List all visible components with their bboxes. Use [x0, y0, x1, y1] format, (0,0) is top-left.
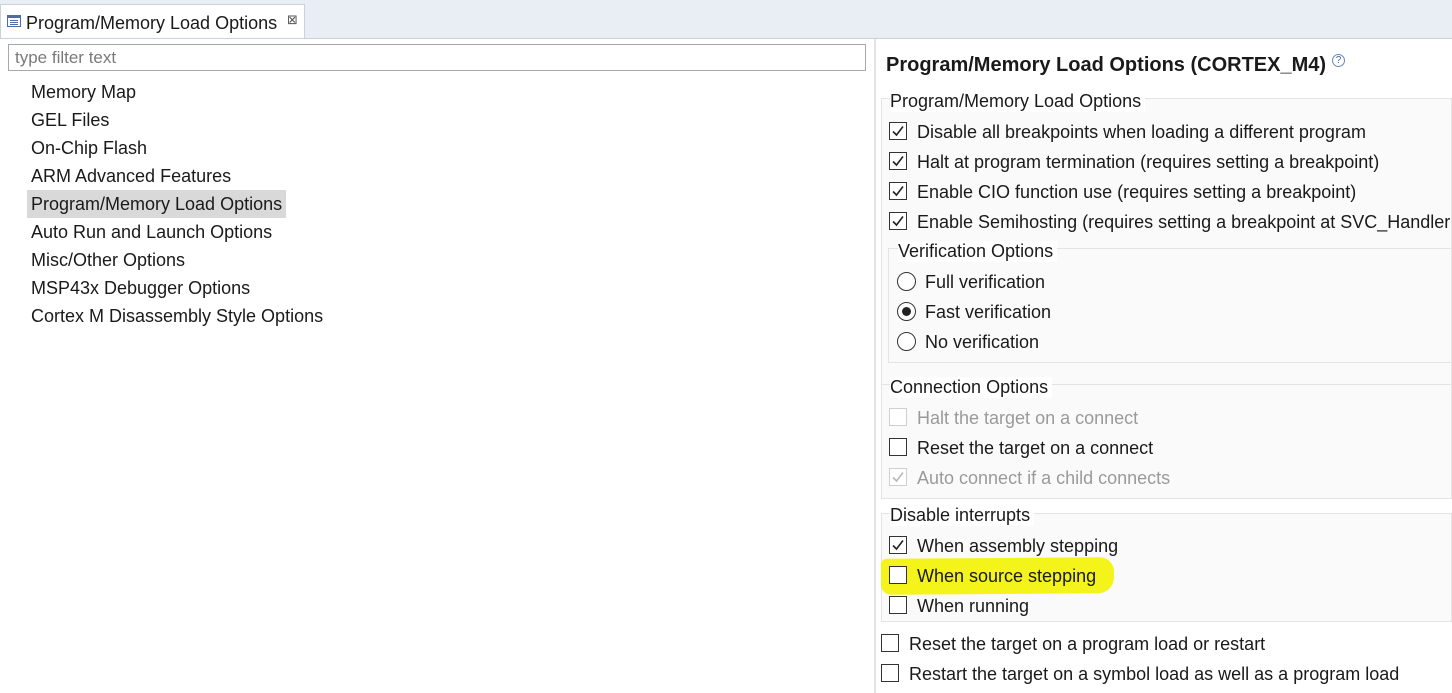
tree-item[interactable]: ARM Advanced Features: [27, 162, 235, 190]
options-panel: Program/Memory Load Options (CORTEX_M4) …: [876, 39, 1452, 693]
option-label: Reset the target on a program load or re…: [909, 634, 1266, 654]
radio-button[interactable]: [897, 272, 916, 291]
checkbox[interactable]: [889, 536, 907, 554]
radio-button[interactable]: [897, 332, 916, 351]
checkmark-icon: [892, 186, 904, 197]
checkbox[interactable]: [881, 664, 899, 682]
tree-item[interactable]: Program/Memory Load Options: [27, 190, 287, 218]
option-label: Fast verification: [925, 302, 1052, 322]
checkbox[interactable]: [889, 182, 907, 200]
properties-page-icon: [7, 15, 21, 27]
tree-item[interactable]: GEL Files: [27, 106, 113, 134]
option-label: No verification: [925, 332, 1040, 352]
checkbox[interactable]: [889, 122, 907, 140]
option-label: Halt the target on a connect: [917, 408, 1139, 428]
tree-item[interactable]: Memory Map: [27, 78, 140, 106]
option-label: When source stepping: [917, 566, 1097, 586]
option-label: Auto connect if a child connects: [917, 468, 1171, 488]
radio-selected-dot: [902, 307, 911, 316]
checkmark-icon: [892, 156, 904, 167]
checkmark-icon: [892, 540, 904, 551]
preference-tree-pane: Memory MapGEL FilesOn-Chip FlashARM Adva…: [0, 39, 874, 693]
load-options-group-title: Program/Memory Load Options: [890, 91, 1146, 112]
tree-item[interactable]: MSP43x Debugger Options: [27, 274, 254, 302]
disable-interrupts-group-title: Disable interrupts: [890, 505, 1035, 526]
tree-item[interactable]: Misc/Other Options: [27, 246, 189, 274]
option-label: When running: [917, 596, 1030, 616]
close-icon[interactable]: ⊠: [287, 12, 298, 28]
option-label: Disable all breakpoints when loading a d…: [917, 122, 1366, 142]
option-label: Enable Semihosting (requires setting a b…: [917, 212, 1452, 232]
page-title: Program/Memory Load Options (CORTEX_M4): [886, 54, 1327, 76]
tab-bar: Program/Memory Load Options ⊠: [0, 0, 1452, 39]
verification-group-title: Verification Options: [898, 241, 1058, 262]
checkbox[interactable]: [889, 438, 907, 456]
filter-input[interactable]: [8, 44, 866, 71]
option-label: Full verification: [925, 272, 1046, 292]
option-label: When assembly stepping: [917, 536, 1119, 556]
option-label: Reset the target on a connect: [917, 438, 1154, 458]
checkbox: [889, 408, 907, 426]
preferences-window: Program/Memory Load Options ⊠ Memory Map…: [0, 0, 1452, 693]
checkbox: [889, 468, 907, 486]
tab-program-memory-load-options[interactable]: Program/Memory Load Options ⊠: [0, 4, 305, 38]
radio-button[interactable]: [897, 302, 916, 321]
checkbox[interactable]: [889, 152, 907, 170]
tree-item[interactable]: On-Chip Flash: [27, 134, 151, 162]
checkbox[interactable]: [889, 212, 907, 230]
checkmark-icon: [892, 472, 904, 483]
tree-item[interactable]: Auto Run and Launch Options: [27, 218, 276, 246]
checkmark-icon: [892, 126, 904, 137]
connection-group-title: Connection Options: [890, 377, 1053, 398]
option-label: Restart the target on a symbol load as w…: [909, 664, 1400, 684]
tab-label: Program/Memory Load Options: [26, 13, 278, 33]
tree-item[interactable]: Cortex M Disassembly Style Options: [27, 302, 327, 330]
option-label: Enable CIO function use (requires settin…: [917, 182, 1357, 202]
checkbox[interactable]: [881, 634, 899, 652]
checkmark-icon: [892, 216, 904, 227]
help-icon[interactable]: ?: [1332, 54, 1345, 67]
option-label: Halt at program termination (requires se…: [917, 152, 1380, 172]
checkbox[interactable]: [889, 596, 907, 614]
checkbox[interactable]: [889, 566, 907, 584]
